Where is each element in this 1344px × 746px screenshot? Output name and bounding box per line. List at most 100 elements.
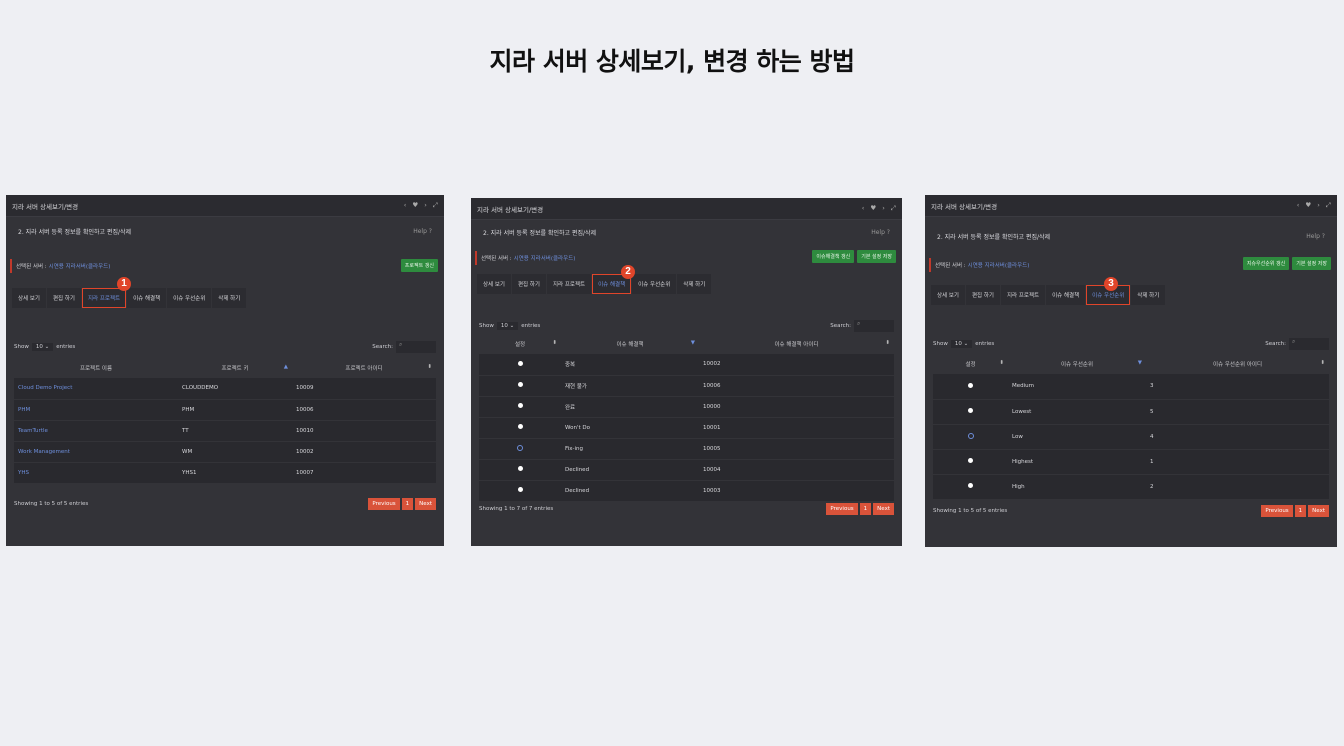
selected-server-label: 선택된 서버 : [935,263,966,269]
previous-button[interactable]: Previous [1261,505,1293,517]
table-header: 설정 ⬍ 이슈 해결책 ▼ 이슈 해결책 아이디 ⬍ [479,334,894,354]
page-1-button[interactable]: 1 [859,503,872,515]
refresh-resolutions-button[interactable]: 이슈해결책 갱신 [812,250,855,263]
priority-name: Lowest [1008,399,1146,425]
sort-desc-icon: ▼ [690,340,695,346]
column-header[interactable]: 이슈 우선순위 ▼ [1008,354,1146,374]
tab-issue-priorities[interactable]: 이슈 우선순위 [167,288,212,308]
column-header[interactable]: 프로젝트 아이디 ⬍ [292,358,436,378]
tab-edit[interactable]: 편집 하기 [966,285,1000,305]
tab-details[interactable]: 상세 보기 [931,285,965,305]
table-footer: Showing 1 to 5 of 5 entries Previous 1 N… [933,505,1329,517]
resolution-name: 재현 불가 [561,375,699,397]
tab-issue-resolutions[interactable]: 이슈 해결책 [1046,285,1086,305]
previous-button[interactable]: Previous [368,498,400,510]
refresh-projects-button[interactable]: 프로젝트 갱신 [400,259,438,272]
project-key: CLOUDDEMO [178,378,292,400]
table-row: 중복 10002 [479,354,894,376]
project-name-link[interactable]: TeamTurtle [14,420,178,442]
prev-icon[interactable]: ‹ [404,201,407,210]
resolution-name: 중복 [561,354,699,376]
tab-jira-projects[interactable]: 지라 프로젝트 [82,288,127,308]
tab-edit[interactable]: 편집 하기 [512,274,546,294]
heart-icon[interactable]: ♥ [412,201,418,210]
resolution-id: 10006 [699,375,894,397]
selected-server-label: 선택된 서버 : [16,264,47,270]
step-marker: 1 [117,277,131,291]
refresh-priorities-button[interactable]: 지슈우선순위 갱신 [1242,257,1290,270]
sort-icon: ⬍ [885,340,890,346]
project-name-link[interactable]: Work Management [14,441,178,463]
default-radio [517,466,523,471]
project-id: 10010 [292,420,436,442]
window-controls: ‹ ♥ › ⤢ [404,201,438,210]
column-header[interactable]: 이슈 해결책 아이디 ⬍ [699,334,894,354]
search-input[interactable]: ⌕ [1289,338,1329,350]
heart-icon[interactable]: ♥ [1305,201,1311,210]
tab-edit[interactable]: 편집 하기 [47,288,81,308]
tab-delete[interactable]: 삭제 하기 [212,288,247,308]
tab-delete[interactable]: 삭제 하기 [1131,285,1166,305]
entries-select[interactable]: 10 ⌄ [496,322,519,330]
table-row: High 2 [933,474,1329,500]
column-header[interactable]: 프로젝트 이름 [14,358,178,378]
next-button[interactable]: Next [1308,505,1329,517]
expand-icon[interactable]: ⤢ [891,204,896,213]
table-row: Declined 10003 [479,480,894,502]
help-link[interactable]: Help ? [1306,233,1325,240]
tab-bar: 상세 보기 편집 하기 지라 프로젝트 이슈 해결책 이슈 우선순위 삭제 하기 [931,285,1166,305]
priority-name: Medium [1008,374,1146,400]
resolution-id: 10000 [699,396,894,418]
tab-issue-resolutions[interactable]: 이슈 해결책 [127,288,167,308]
default-radio [517,487,523,492]
next-icon[interactable]: › [424,201,427,210]
column-header[interactable]: 프로젝트 키 ▲ [178,358,292,378]
tab-delete[interactable]: 삭제 하기 [677,274,712,294]
entries-select[interactable]: 10 ⌄ [31,343,54,351]
next-icon[interactable]: › [882,204,885,213]
prev-icon[interactable]: ‹ [862,204,865,213]
entries-info: Showing 1 to 5 of 5 entries [14,501,89,507]
next-button[interactable]: Next [873,503,894,515]
project-id: 10006 [292,399,436,421]
table-row: Highest 1 [933,449,1329,475]
table-row: 재현 불가 10006 [479,375,894,397]
page-1-button[interactable]: 1 [401,498,414,510]
heart-icon[interactable]: ♥ [870,204,876,213]
selected-server: 선택된 서버 : 시연용 지라서버(클라우드) [475,251,575,265]
default-radio [968,382,973,388]
project-id: 10007 [292,462,436,484]
save-default-button[interactable]: 기본 설정 저장 [857,250,896,263]
tab-bar: 상세 보기 편집 하기 지라 프로젝트 이슈 해결책 이슈 우선순위 삭제 하기 [12,288,247,308]
project-name-link[interactable]: YHS [14,462,178,484]
project-name-link[interactable]: Cloud Demo Project [14,378,178,400]
tab-details[interactable]: 상세 보기 [12,288,46,308]
next-icon[interactable]: › [1317,201,1320,210]
entries-select[interactable]: 10 ⌄ [950,340,973,348]
project-name-link[interactable]: PHM [14,399,178,421]
default-radio [517,403,523,408]
prev-icon[interactable]: ‹ [1297,201,1300,210]
project-id: 10002 [292,441,436,463]
pagination: Previous 1 Next [1261,505,1329,517]
help-link[interactable]: Help ? [871,229,890,236]
search-label: Search: [1265,341,1286,347]
tab-details[interactable]: 상세 보기 [477,274,511,294]
column-header[interactable]: 이슈 우선순위 아이디 ⬍ [1146,354,1329,374]
page-1-button[interactable]: 1 [1294,505,1307,517]
save-default-button[interactable]: 기본 설정 저장 [1292,257,1331,270]
default-radio [517,360,523,366]
previous-button[interactable]: Previous [826,503,858,515]
tab-jira-projects[interactable]: 지라 프로젝트 [547,274,592,294]
tab-jira-projects[interactable]: 지라 프로젝트 [1001,285,1046,305]
help-link[interactable]: Help ? [413,228,432,235]
search-input[interactable]: ⌕ [396,341,436,353]
search-input[interactable]: ⌕ [854,320,894,332]
expand-icon[interactable]: ⤢ [1326,201,1331,210]
column-header[interactable]: 이슈 해결책 ▼ [561,334,699,354]
column-header[interactable]: 설정 ⬍ [479,334,561,354]
tab-issue-priorities[interactable]: 이슈 우선순위 [632,274,677,294]
next-button[interactable]: Next [415,498,436,510]
column-header[interactable]: 설정 ⬍ [933,354,1008,374]
expand-icon[interactable]: ⤢ [433,201,438,210]
